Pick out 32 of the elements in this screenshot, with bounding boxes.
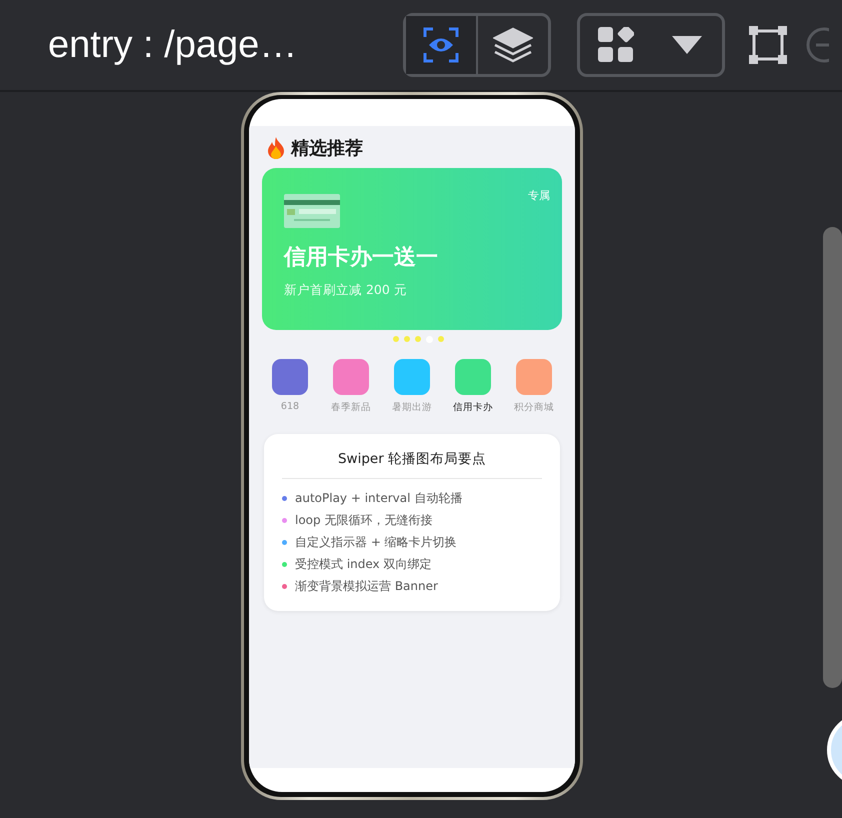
- banner-title: 信用卡办一送一: [284, 244, 439, 272]
- section-title: 精选推荐: [291, 137, 363, 160]
- indicator-dot[interactable]: [438, 336, 444, 342]
- frame-icon[interactable]: [749, 26, 787, 64]
- category-tab[interactable]: 信用卡办: [445, 359, 501, 414]
- category-tab[interactable]: 春季新品: [323, 359, 379, 414]
- note-text: autoPlay + interval 自动轮播: [295, 490, 462, 506]
- indicator-dot[interactable]: [404, 336, 410, 342]
- note-text: 受控模式 index 双向绑定: [295, 556, 432, 572]
- grid-icon: [598, 27, 634, 63]
- caret-icon: [672, 36, 702, 54]
- banner-subtitle: 新户首刷立减 200 元: [284, 282, 408, 299]
- note-text: 自定义指示器 + 缩略卡片切换: [295, 534, 457, 550]
- category-tab[interactable]: 暑期出游: [384, 359, 440, 414]
- page-title: entry : /page…: [48, 24, 298, 66]
- eye-icon: [423, 27, 459, 63]
- zoom-out-icon[interactable]: [805, 26, 829, 64]
- indicator-dot[interactable]: [392, 336, 398, 342]
- layers-icon: [493, 27, 533, 63]
- category-tab[interactable]: 618: [262, 359, 318, 414]
- category-tab[interactable]: 积分商城: [506, 359, 562, 414]
- scrollbar[interactable]: [823, 227, 842, 688]
- notes-title: Swiper 轮播图布局要点: [282, 450, 542, 479]
- component-dropdown[interactable]: [577, 13, 725, 77]
- promo-banner[interactable]: 专属 信用卡办一送一 新户首刷立减 200 元: [262, 168, 562, 330]
- indicator-dot[interactable]: [414, 336, 420, 342]
- credit-card-drawing: [284, 194, 340, 228]
- banner-tag: 专属: [528, 188, 550, 203]
- note-text: loop 无限循环，无缝衔接: [295, 512, 432, 528]
- note-text: 渐变背景模拟运营 Banner: [295, 578, 438, 594]
- fire-icon: [267, 137, 285, 159]
- eye-button[interactable]: [406, 16, 476, 74]
